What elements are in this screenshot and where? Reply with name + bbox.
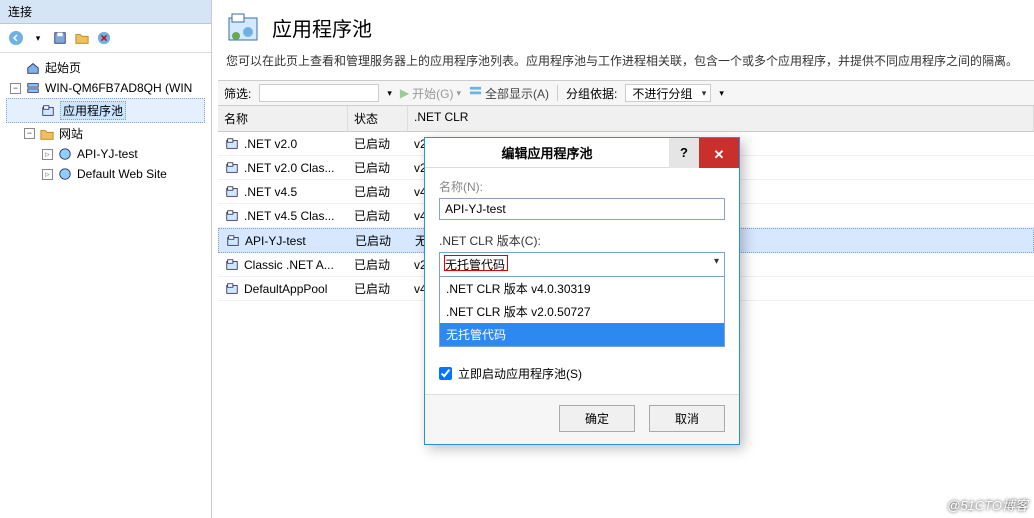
col-rest[interactable]: .NET CLR <box>408 106 1034 131</box>
row-status: 已启动 <box>348 132 408 155</box>
connections-tree: 起始页 − WIN-QM6FB7AD8QH (WIN 应用程序池 − 网站 ▹ … <box>0 53 211 518</box>
dialog-title: 编辑应用程序池 <box>425 143 669 162</box>
go-icon: ▶ <box>400 86 409 100</box>
tree-label: WIN-QM6FB7AD8QH (WIN <box>45 81 192 95</box>
page-heading: 应用程序池 <box>218 0 1034 50</box>
collapse-icon[interactable]: − <box>10 83 21 94</box>
row-name: API-YJ-test <box>245 234 306 248</box>
col-status[interactable]: 状态 <box>348 106 408 131</box>
app-pool-icon <box>224 208 240 224</box>
filter-input[interactable] <box>259 84 379 102</box>
col-name[interactable]: 名称 <box>218 106 348 131</box>
name-field-input[interactable] <box>439 198 725 220</box>
go-button[interactable]: ▶ 开始(G) ▾ <box>400 85 461 102</box>
clr-combo[interactable]: 无托管代码 <box>439 252 725 277</box>
app-pool-icon <box>225 233 241 249</box>
clr-field-label: .NET CLR 版本(C): <box>439 232 725 249</box>
row-status: 已启动 <box>348 156 408 179</box>
cancel-button[interactable]: 取消 <box>649 405 725 432</box>
autostart-checkbox[interactable] <box>439 367 452 380</box>
group-by-label: 分组依据: <box>566 85 617 102</box>
row-name: DefaultAppPool <box>244 282 327 296</box>
expand-icon[interactable]: ▹ <box>42 169 53 180</box>
tree-label: 应用程序池 <box>60 101 126 120</box>
filter-bar: 筛选: ▾ ▶ 开始(G) ▾ 全部显示(A) 分组依据: 不进行分组 ▾ <box>218 80 1034 106</box>
app-pool-icon <box>224 160 240 176</box>
tree-label: 起始页 <box>45 59 81 76</box>
combo-item[interactable]: .NET CLR 版本 v2.0.50727 <box>440 300 724 323</box>
row-name: .NET v2.0 Clas... <box>244 161 334 175</box>
connections-panel: 连接 ▾ 起始页 − WIN- <box>0 0 212 518</box>
name-field-label: 名称(N): <box>439 178 725 195</box>
row-status: 已启动 <box>348 253 408 276</box>
dialog-body: 名称(N): .NET CLR 版本(C): 无托管代码 .NET CLR 版本… <box>425 168 739 394</box>
collapse-icon[interactable]: − <box>24 128 35 139</box>
site-icon <box>57 166 73 182</box>
tree-item-start-page[interactable]: 起始页 <box>6 57 205 78</box>
app-pool-large-icon <box>226 10 260 44</box>
row-name: .NET v4.5 Clas... <box>244 209 334 223</box>
app-pool-icon <box>224 184 240 200</box>
tree-label: Default Web Site <box>77 167 167 181</box>
site-icon <box>57 146 73 162</box>
page-title: 应用程序池 <box>272 13 372 42</box>
page-description: 您可以在此页上查看和管理服务器上的应用程序池列表。应用程序池与工作进程相关联，包… <box>218 50 1034 80</box>
server-icon <box>25 80 41 96</box>
grid-header: 名称 状态 .NET CLR <box>218 106 1034 132</box>
watermark: @51CTO博客 <box>947 495 1028 514</box>
home-icon <box>25 60 41 76</box>
autostart-checkbox-row: 立即启动应用程序池(S) <box>439 365 725 382</box>
dialog-titlebar: 编辑应用程序池 ? ✕ <box>425 138 739 168</box>
group-by-dropdown[interactable]: 不进行分组 <box>625 84 711 102</box>
filter-label: 筛选: <box>224 85 251 102</box>
tree-label: 网站 <box>59 125 83 142</box>
tree-item-app-pools[interactable]: 应用程序池 <box>6 98 205 123</box>
app-pool-icon <box>40 103 56 119</box>
separator <box>557 85 558 101</box>
expand-icon[interactable]: ▹ <box>42 149 53 160</box>
connections-header: 连接 <box>0 0 211 24</box>
open-icon[interactable] <box>72 28 92 48</box>
autostart-label: 立即启动应用程序池(S) <box>458 365 582 382</box>
app-pool-icon <box>224 136 240 152</box>
view-dropdown-icon[interactable]: ▾ <box>719 88 724 99</box>
show-all-icon <box>469 85 482 101</box>
close-button[interactable]: ✕ <box>699 138 739 168</box>
ok-button[interactable]: 确定 <box>559 405 635 432</box>
row-status: 已启动 <box>349 229 409 252</box>
row-status: 已启动 <box>348 277 408 300</box>
filter-dropdown-icon[interactable]: ▾ <box>387 88 392 99</box>
tree-item-sites[interactable]: − 网站 <box>6 123 205 144</box>
clr-combo-list: .NET CLR 版本 v4.0.30319 .NET CLR 版本 v2.0.… <box>439 277 725 347</box>
save-icon[interactable] <box>50 28 70 48</box>
row-name: .NET v4.5 <box>244 185 297 199</box>
folder-icon <box>39 126 55 142</box>
combo-item[interactable]: .NET CLR 版本 v4.0.30319 <box>440 277 724 300</box>
show-all-button[interactable]: 全部显示(A) <box>469 85 549 102</box>
row-name: Classic .NET A... <box>244 258 334 272</box>
app-pool-icon <box>224 281 240 297</box>
tree-label: API-YJ-test <box>77 147 138 161</box>
app-pool-icon <box>224 257 240 273</box>
tree-item-site-api[interactable]: ▹ API-YJ-test <box>6 144 205 164</box>
tree-item-site-default[interactable]: ▹ Default Web Site <box>6 164 205 184</box>
row-status: 已启动 <box>348 204 408 227</box>
tree-item-server[interactable]: − WIN-QM6FB7AD8QH (WIN <box>6 78 205 98</box>
help-button[interactable]: ? <box>669 138 699 168</box>
row-name: .NET v2.0 <box>244 137 297 151</box>
edit-app-pool-dialog: 编辑应用程序池 ? ✕ 名称(N): .NET CLR 版本(C): 无托管代码… <box>424 137 740 445</box>
row-status: 已启动 <box>348 180 408 203</box>
dialog-buttons: 确定 取消 <box>425 394 739 444</box>
combo-item[interactable]: 无托管代码 <box>440 323 724 346</box>
remove-icon[interactable] <box>94 28 114 48</box>
back-icon[interactable] <box>6 28 26 48</box>
connections-toolbar: ▾ <box>0 24 211 53</box>
dropdown-icon[interactable]: ▾ <box>28 28 48 48</box>
